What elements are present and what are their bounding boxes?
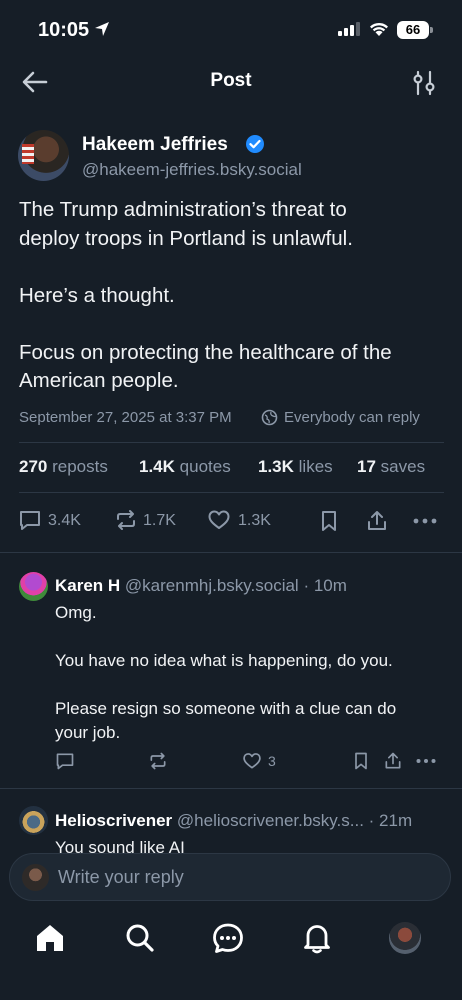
home-icon[interactable] xyxy=(33,921,67,955)
cellular-signal-icon xyxy=(338,22,360,36)
reply-actions: 3 xyxy=(55,751,444,773)
reply-author-handle[interactable]: @helioscrivener.bsky.s... xyxy=(177,811,364,830)
reply-text: Omg. You have no idea what is happening,… xyxy=(55,603,397,742)
location-arrow-icon xyxy=(95,22,109,36)
user-avatar xyxy=(22,864,49,891)
flag-graphic xyxy=(22,144,34,164)
sliders-icon[interactable] xyxy=(410,70,438,96)
repost-icon xyxy=(117,510,135,530)
reply-item[interactable]: Helioscrivener @helioscrivener.bsky.s...… xyxy=(0,803,462,853)
like-count: 1.3K xyxy=(238,512,271,529)
bottom-tab-bar xyxy=(0,905,462,1000)
post-text: The Trump administration’s threat to dep… xyxy=(19,196,447,396)
more-options-icon[interactable] xyxy=(415,751,437,771)
status-time: 10:05 xyxy=(38,19,90,41)
divider xyxy=(0,788,462,789)
author-avatar[interactable] xyxy=(18,130,69,181)
reply-button[interactable]: 3.4K xyxy=(18,508,81,534)
reply-icon[interactable] xyxy=(55,751,75,771)
more-options-icon[interactable] xyxy=(412,508,438,534)
share-icon[interactable] xyxy=(383,751,403,771)
quotes-stat[interactable]: 1.4K quotes xyxy=(139,457,231,477)
search-icon[interactable] xyxy=(123,921,157,955)
reply-setting[interactable]: Everybody can reply xyxy=(284,409,420,426)
post-line: The Trump administration’s threat to xyxy=(19,198,347,221)
reply-icon xyxy=(20,511,40,530)
repost-count: 1.7K xyxy=(143,512,176,529)
repost-button[interactable]: 1.7K xyxy=(114,508,176,534)
post-meta: September 27, 2025 at 3:37 PM Everybody … xyxy=(19,408,444,428)
battery-tip xyxy=(430,27,433,33)
profile-avatar-tab[interactable] xyxy=(389,922,421,954)
divider xyxy=(19,492,444,493)
bookmark-icon[interactable] xyxy=(317,508,341,534)
divider xyxy=(0,552,462,553)
wifi-icon xyxy=(370,22,388,36)
author-name[interactable]: Hakeem Jeffries xyxy=(82,134,228,156)
post-line: American people. xyxy=(19,369,179,392)
repost-icon[interactable] xyxy=(148,751,168,771)
status-bar: 10:05 66 xyxy=(0,0,462,56)
reply-compose-field[interactable]: Write your reply xyxy=(9,853,451,901)
share-icon[interactable] xyxy=(365,508,389,534)
verified-badge-icon xyxy=(246,135,264,153)
post-timestamp: September 27, 2025 at 3:37 PM xyxy=(19,409,232,426)
reply-time: · 10m xyxy=(303,576,347,595)
battery-indicator: 66 xyxy=(397,21,429,39)
nav-bar: Post xyxy=(0,56,462,108)
reply-like-count: 3 xyxy=(268,753,276,769)
post-line: Focus on protecting the healthcare of th… xyxy=(19,340,392,364)
reply-avatar[interactable] xyxy=(19,572,48,601)
notifications-bell-icon[interactable] xyxy=(300,921,334,955)
chat-icon[interactable] xyxy=(211,921,245,955)
reply-text: You sound like AI xyxy=(55,838,185,853)
reply-author-name[interactable]: Karen H xyxy=(55,576,120,595)
post-author[interactable]: Hakeem Jeffries @hakeem-jeffries.bsky.so… xyxy=(18,130,444,186)
likes-stat[interactable]: 1.3K likes xyxy=(258,457,333,477)
reply-time: · 21m xyxy=(368,811,413,830)
reply-header: Helioscrivener @helioscrivener.bsky.s...… xyxy=(55,811,412,831)
divider xyxy=(19,442,444,443)
globe-reply-icon xyxy=(261,409,278,426)
reply-header: Karen H @karenmhj.bsky.social · 10m xyxy=(55,576,347,596)
saves-stat[interactable]: 17 saves xyxy=(357,457,425,477)
heart-icon[interactable] xyxy=(242,751,262,771)
author-handle[interactable]: @hakeem-jeffries.bsky.social xyxy=(82,160,302,180)
page-title: Post xyxy=(210,70,252,91)
reply-count: 3.4K xyxy=(48,512,81,529)
post-stats: 270 reposts 1.4K quotes 1.3K likes 17 sa… xyxy=(19,457,444,479)
heart-icon xyxy=(208,510,230,529)
reply-author-name[interactable]: Helioscrivener xyxy=(55,811,172,830)
post-actions: 3.4K 1.7K 1.3K xyxy=(18,508,444,536)
like-button[interactable]: 1.3K xyxy=(207,508,271,534)
reposts-stat[interactable]: 270 reposts xyxy=(19,457,108,477)
reply-avatar[interactable] xyxy=(19,806,48,835)
post-line: Here’s a thought. xyxy=(19,283,175,307)
post-line: deploy troops in Portland is unlawful. xyxy=(19,226,353,250)
reply-item[interactable]: Karen H @karenmhj.bsky.social · 10m Omg.… xyxy=(0,568,462,788)
bookmark-icon[interactable] xyxy=(351,751,371,771)
compose-placeholder: Write your reply xyxy=(58,867,184,887)
reply-author-handle[interactable]: @karenmhj.bsky.social xyxy=(125,576,299,595)
